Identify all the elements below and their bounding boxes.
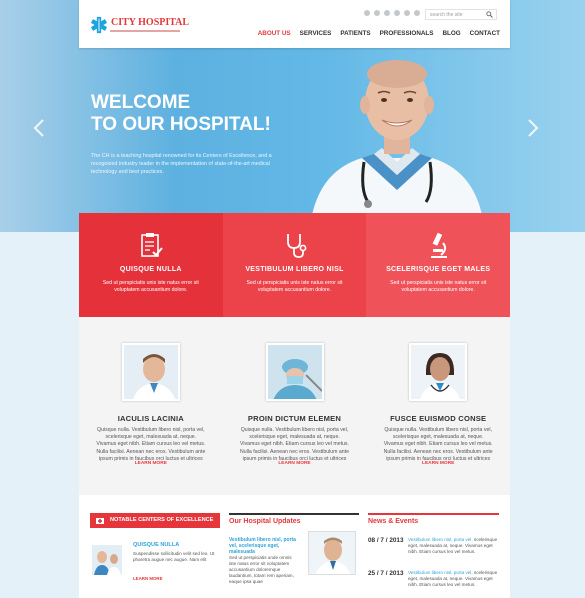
logo[interactable]: CITY HOSPITAL (90, 16, 189, 34)
doctor-photo[interactable] (121, 343, 180, 401)
hero-title-line1: WELCOME (91, 92, 191, 113)
features-section: QUISQUE NULLA Sed ut perspiciatis unis i… (79, 213, 511, 317)
slider-prev-arrow[interactable] (32, 118, 46, 138)
doctor-text: Quisque nulla. Vestibulum libero nisl, p… (383, 427, 493, 462)
linkedin-icon[interactable] (404, 10, 410, 16)
google-plus-icon[interactable] (394, 10, 400, 16)
doctor-photo[interactable] (265, 343, 324, 401)
main-nav: ABOUT US SERVICES PATIENTS PROFESSIONALS… (258, 30, 500, 37)
updates-column: Our Hospital Updates Vestibulum libero n… (229, 513, 359, 584)
learn-more-link[interactable]: LEARN MORE (223, 461, 367, 466)
doctor-title: FUSCE EUISMOD CONSE (390, 414, 487, 423)
doctor-card: IACULIS LACINIA Quisque nulla. Vestibulu… (79, 317, 223, 495)
logo-text: CITY HOSPITAL (111, 17, 190, 28)
feature-card[interactable]: QUISQUE NULLA Sed ut perspiciatis unis i… (79, 213, 223, 317)
doctor-title: IACULIS LACINIA (117, 414, 184, 423)
feature-title: VESTIBULUM LIBERO NISL (245, 266, 344, 273)
nav-contact[interactable]: CONTACT (470, 30, 500, 37)
search-input[interactable]: search the site (425, 9, 497, 20)
facebook-icon[interactable] (364, 10, 370, 16)
doctor-text: Quisque nulla. Vestibulum libero nisl, p… (240, 427, 349, 462)
news-text: Vestibulum libero nisl, porta vel, scele… (408, 570, 498, 588)
slider-next-arrow[interactable] (526, 118, 540, 138)
updates-heading: Our Hospital Updates (229, 513, 359, 529)
nav-about-us[interactable]: ABOUT US (258, 30, 291, 37)
microscope-icon (431, 232, 448, 258)
update-photo[interactable] (308, 531, 356, 575)
social-links (364, 10, 420, 16)
search-placeholder: search the site (430, 12, 463, 18)
logo-tagline (110, 30, 180, 32)
doctors-section: IACULIS LACINIA Quisque nulla. Vestibulu… (79, 317, 510, 495)
doctor-hero-image (312, 60, 482, 215)
nav-patients[interactable]: PATIENTS (340, 30, 370, 37)
clipboard-icon (141, 233, 163, 257)
nav-blog[interactable]: BLOG (442, 30, 460, 37)
news-text: Vestibulum libero nisl, porta vel, scele… (408, 537, 498, 555)
feature-title: SCELERISQUE EGET MALES (386, 266, 491, 273)
center-photo[interactable] (92, 545, 122, 575)
centers-heading-text: NOTABLE CENTERS OF EXCELLENCE (110, 517, 214, 523)
feature-text: Sed ut perspiciatis unis iste natus erro… (246, 280, 343, 293)
search-icon[interactable] (486, 11, 493, 18)
center-title[interactable]: QUISQUE NULLA (133, 542, 179, 548)
centers-column: NOTABLE CENTERS OF EXCELLENCE QUISQUE NU… (90, 513, 220, 581)
nav-services[interactable]: SERVICES (300, 30, 332, 37)
news-heading: News & Events (368, 513, 499, 529)
doctor-card: FUSCE EUISMOD CONSE Quisque nulla. Vesti… (366, 317, 510, 495)
doctor-photo[interactable] (409, 343, 468, 401)
nav-professionals[interactable]: PROFESSIONALS (380, 30, 434, 37)
feature-text: Sed ut perspiciatis unis iste natus erro… (102, 280, 199, 293)
twitter-icon[interactable] (374, 10, 380, 16)
news-column: News & Events 08 / 7 / 2013 Vestibulum l… (368, 513, 499, 587)
page-container: CITY HOSPITAL search the site ABOUT US S… (79, 0, 511, 598)
feature-text: Sed ut perspiciatis unis iste natus erro… (390, 280, 487, 293)
hero-text: The CH is a teaching hospital renowned f… (91, 153, 272, 175)
site-header: CITY HOSPITAL search the site ABOUT US S… (79, 0, 510, 48)
news-date: 25 / 7 / 2013 (368, 570, 404, 577)
center-learn-more[interactable]: LEARN MORE (133, 576, 163, 581)
news-title[interactable]: Vestibulum libero nisl, porta vel, (408, 570, 473, 575)
update-title[interactable]: Vestibulum libero nisl, porta vel, scele… (229, 537, 299, 555)
doctor-card: PROIN DICTUM ELEMEN Quisque nulla. Vesti… (223, 317, 367, 495)
bottom-section: NOTABLE CENTERS OF EXCELLENCE QUISQUE NU… (79, 495, 510, 598)
hero-title-line2: TO OUR HOSPITAL! (91, 114, 271, 135)
news-date: 08 / 7 / 2013 (368, 537, 404, 544)
rss-icon[interactable] (414, 10, 420, 16)
learn-more-link[interactable]: LEARN MORE (366, 461, 510, 466)
stethoscope-icon (286, 234, 306, 258)
feature-card[interactable]: VESTIBULUM LIBERO NISL Sed ut perspiciat… (222, 213, 367, 317)
doctor-title: PROIN DICTUM ELEMEN (247, 414, 342, 423)
hero-title: WELCOME TO OUR HOSPITAL! (91, 92, 271, 136)
update-text: Sed ut perspiciatis unde omnis iste natu… (229, 555, 294, 584)
center-text: Suspendisse sollicitudin velit sed leo. … (133, 551, 215, 562)
feature-title: QUISQUE NULLA (119, 266, 182, 273)
centers-heading: NOTABLE CENTERS OF EXCELLENCE (90, 513, 220, 528)
news-title[interactable]: Vestibulum libero nisl, porta vel, (408, 537, 473, 542)
learn-more-link[interactable]: LEARN MORE (79, 461, 223, 466)
feature-card[interactable]: SCELERISQUE EGET MALES Sed ut perspiciat… (366, 213, 511, 317)
star-of-life-icon (91, 16, 107, 34)
doctor-text: Quisque nulla. Vestibulum libero nisl, p… (96, 427, 206, 462)
pinterest-icon[interactable] (384, 10, 390, 16)
first-aid-icon (96, 518, 104, 524)
